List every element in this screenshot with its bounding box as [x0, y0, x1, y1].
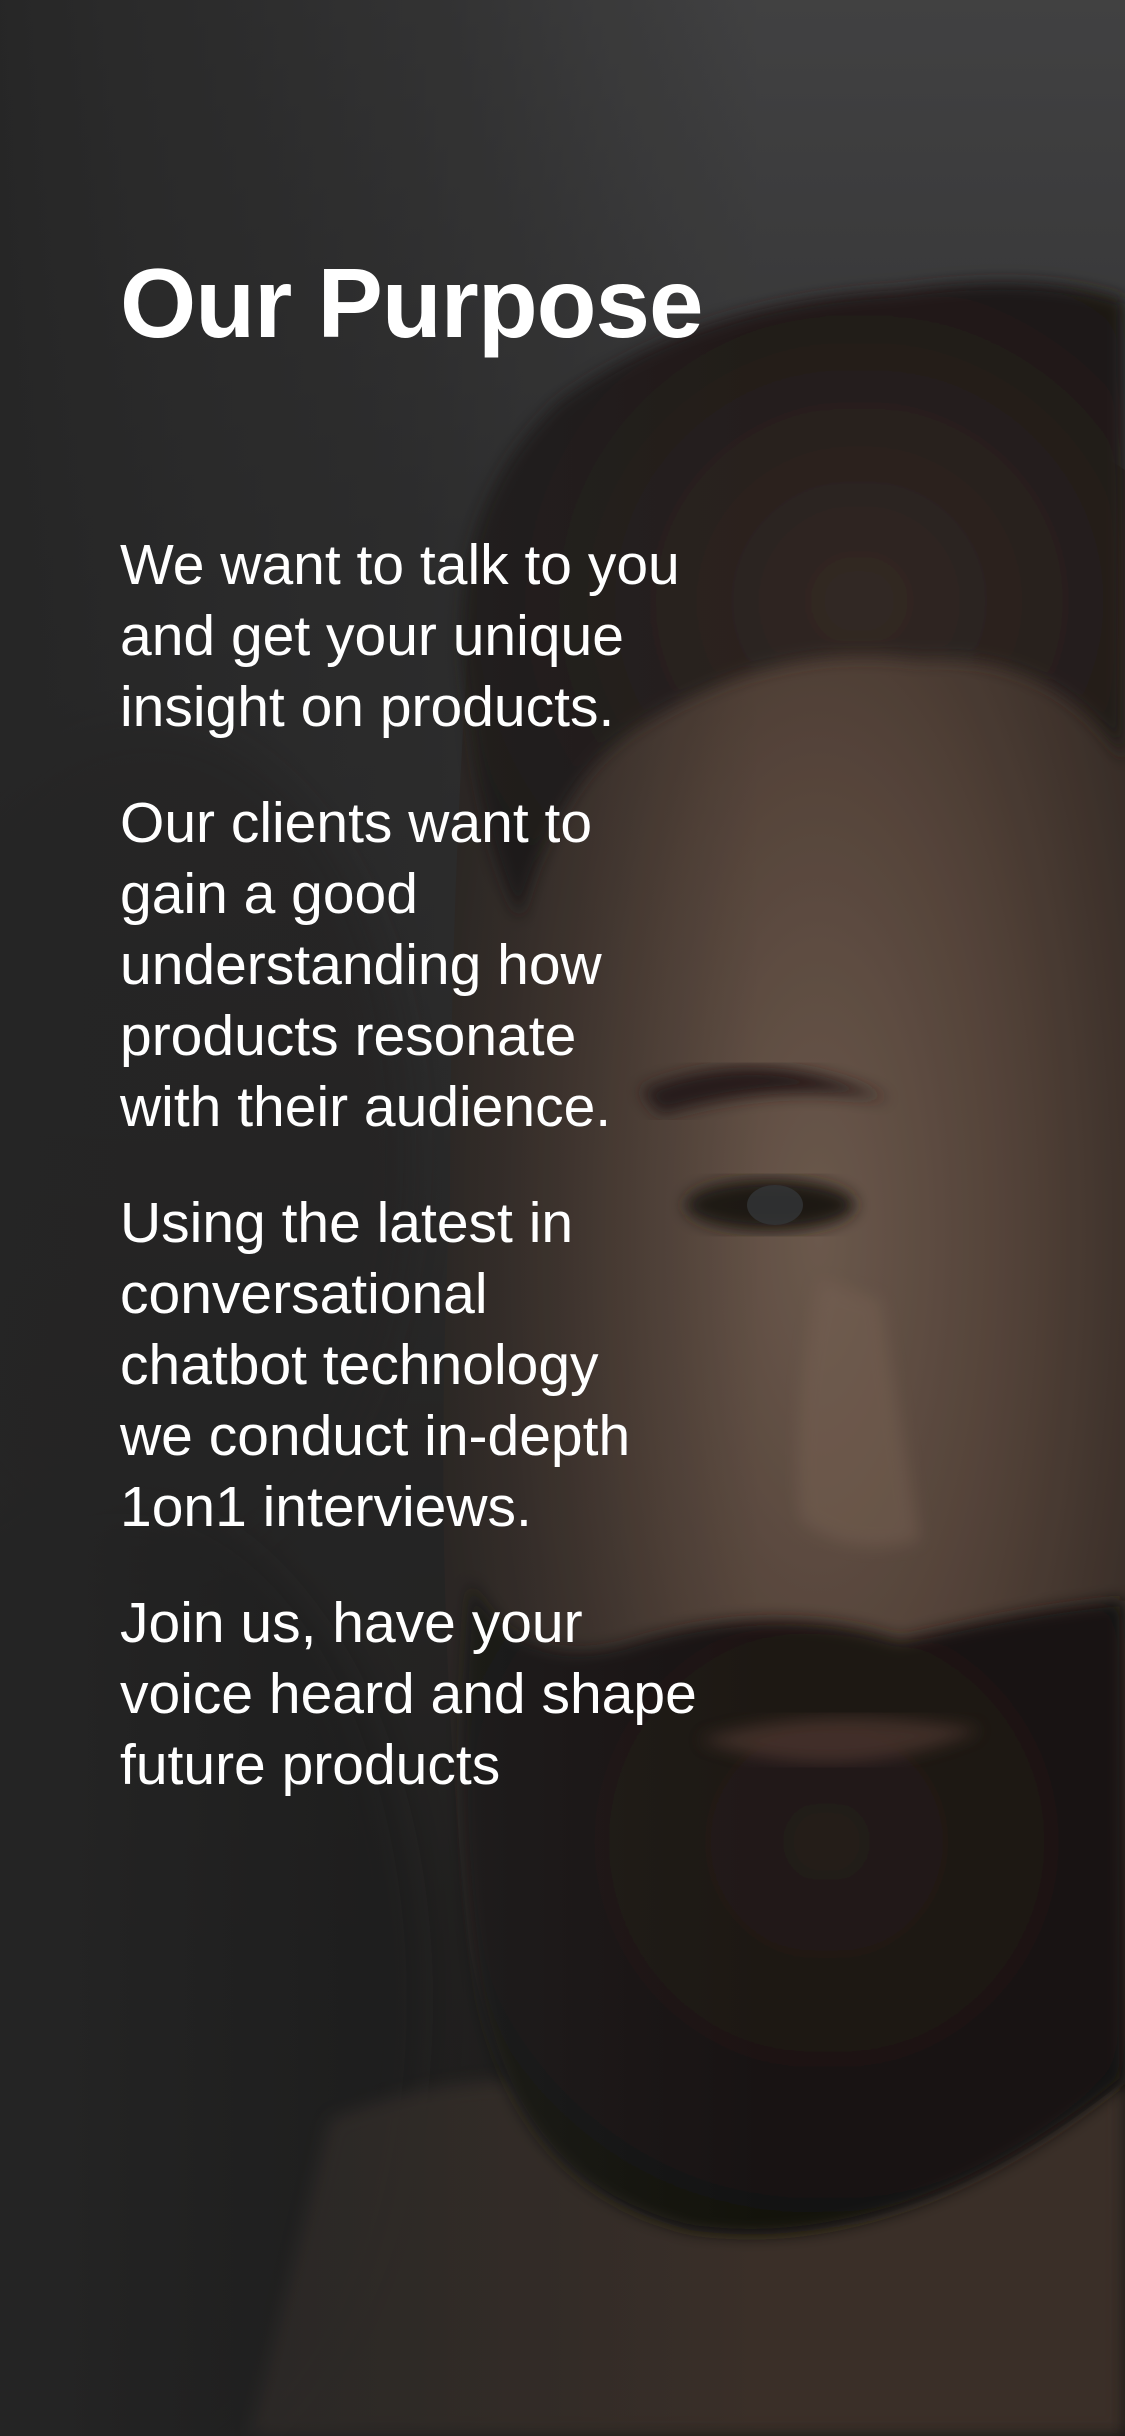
page-title: Our Purpose — [120, 248, 704, 358]
paragraph-join: Join us, have your voice heard and shape… — [120, 1591, 697, 1797]
purpose-screen: Our Purpose We want to talk to you and g… — [0, 0, 1125, 2436]
paragraph-intro: We want to talk to you and get your uniq… — [120, 533, 680, 739]
paragraph-technology: Using the latest in conversational chatb… — [120, 1191, 631, 1539]
paragraph-clients: Our clients want to gain a good understa… — [120, 791, 612, 1139]
purpose-paragraphs: We want to talk to you and get your uniq… — [120, 530, 740, 1846]
